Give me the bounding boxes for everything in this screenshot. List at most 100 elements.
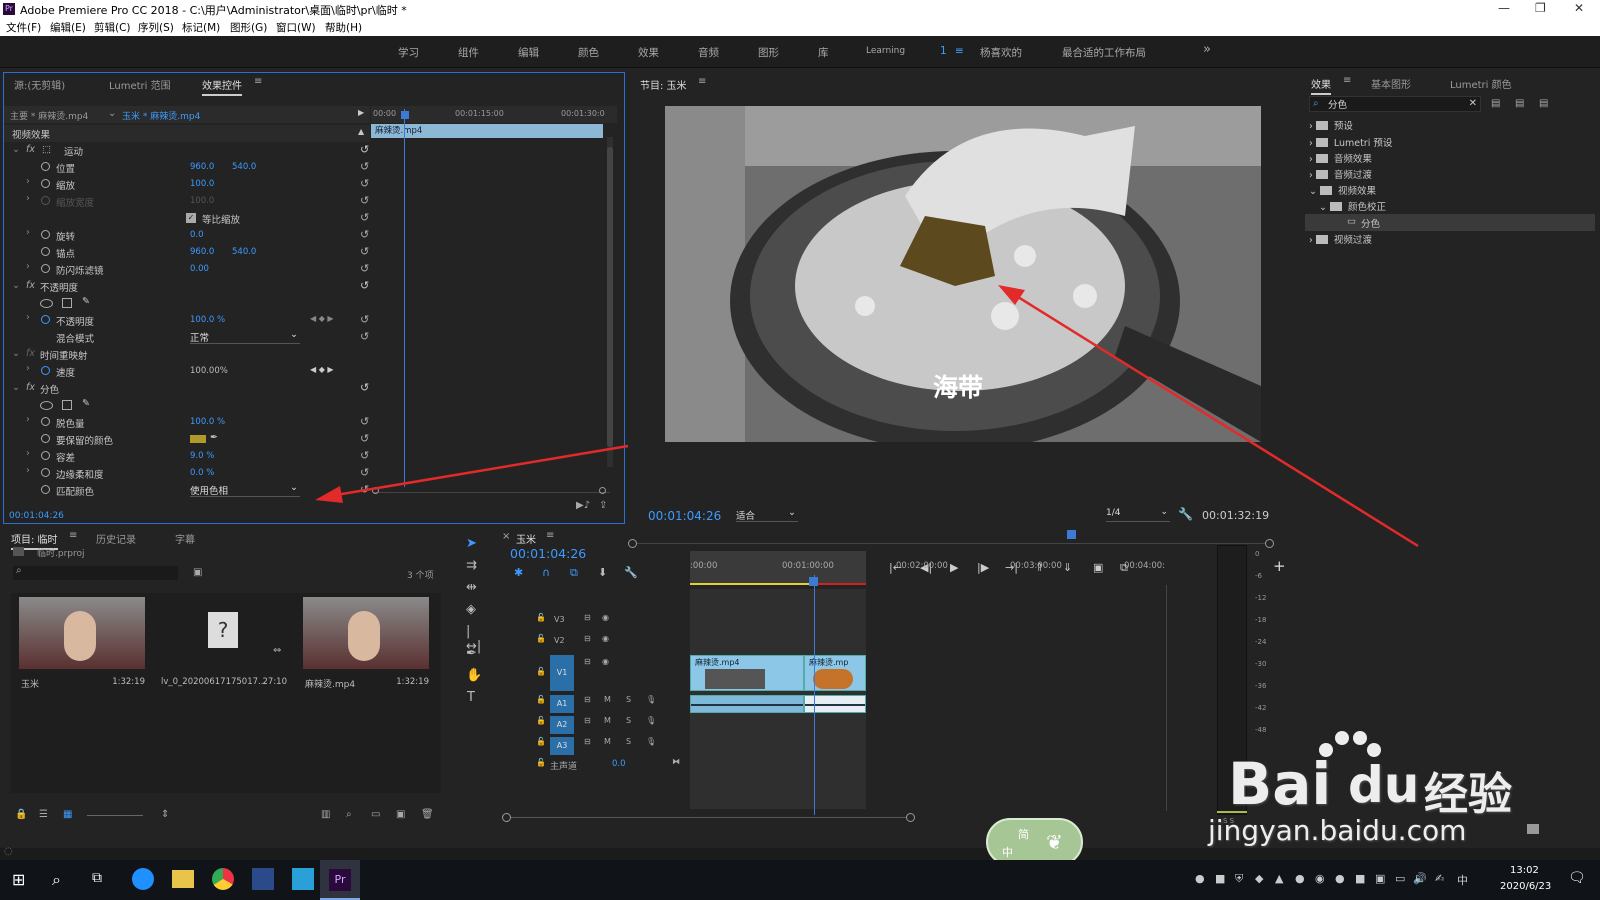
tab-effects[interactable]: 效果 bbox=[1311, 76, 1331, 95]
video-clip[interactable]: 麻辣烫.mp4 bbox=[690, 655, 804, 691]
tray-icon[interactable]: ▲ bbox=[1275, 872, 1283, 885]
collapse-icon[interactable]: ▲ bbox=[358, 127, 364, 136]
tray-icon[interactable]: ● bbox=[1295, 872, 1305, 885]
reset-icon[interactable]: ↺ bbox=[360, 245, 369, 258]
reset-icon[interactable]: ↺ bbox=[360, 432, 369, 445]
tree-item-presets[interactable]: › 预设 bbox=[1309, 118, 1353, 132]
workspace-tab[interactable]: 音频 bbox=[698, 45, 719, 60]
close-icon[interactable]: × bbox=[502, 531, 510, 542]
workspace-tab[interactable]: 组件 bbox=[458, 45, 479, 60]
master-volume-value[interactable]: 0.0 bbox=[612, 759, 626, 769]
keyframe-nav-icon[interactable]: ◀ ◆ ▶ bbox=[310, 314, 334, 323]
wrench-icon[interactable]: 🔧 bbox=[624, 566, 638, 579]
tray-time[interactable]: 13:02 bbox=[1510, 865, 1539, 876]
sort-icon[interactable]: ⇕ bbox=[161, 809, 169, 820]
lock-icon[interactable]: 🔓 bbox=[536, 613, 546, 622]
toggle-sync-icon[interactable]: ⊟ bbox=[584, 737, 591, 746]
network-icon[interactable]: ▭ bbox=[1395, 872, 1405, 885]
solo-button[interactable]: S bbox=[626, 737, 631, 746]
tray-date[interactable]: 2020/6/23 bbox=[1500, 881, 1551, 892]
tray-icon[interactable]: ▣ bbox=[1375, 872, 1385, 885]
toggle-sync-icon[interactable]: ⊟ bbox=[584, 657, 591, 666]
reset-icon[interactable]: ↺ bbox=[360, 466, 369, 479]
effects-search-box[interactable]: ⌕ ✕ bbox=[1309, 96, 1481, 112]
stopwatch-icon[interactable] bbox=[41, 485, 50, 494]
tray-icon[interactable]: ■ bbox=[1215, 872, 1225, 885]
stopwatch-icon[interactable] bbox=[41, 468, 50, 477]
tab-captions[interactable]: 字幕 bbox=[175, 531, 195, 546]
lock-icon[interactable]: 🔓 bbox=[536, 667, 546, 676]
workspace-tab[interactable]: 学习 bbox=[398, 45, 419, 60]
project-search-input[interactable]: ⌕ bbox=[13, 565, 178, 580]
tree-item-video-transitions[interactable]: › 视频过渡 bbox=[1309, 232, 1372, 246]
chevron-down-icon[interactable]: ⌄ bbox=[108, 108, 116, 119]
sequence-clip-label[interactable]: 玉米 * 麻辣烫.mp4 bbox=[122, 109, 200, 122]
menu-sequence[interactable]: 序列(S) bbox=[138, 20, 174, 35]
opacity-value[interactable]: 100.0 % bbox=[190, 315, 225, 325]
stopwatch-icon[interactable] bbox=[41, 366, 50, 375]
tab-lumetri-scopes[interactable]: Lumetri 范围 bbox=[109, 77, 171, 92]
reset-icon[interactable]: ↺ bbox=[360, 194, 369, 207]
panel-menu-icon[interactable]: ≡ bbox=[69, 530, 77, 541]
tab-essential-graphics[interactable]: 基本图形 bbox=[1371, 76, 1411, 91]
source-patch-a1[interactable]: A1 bbox=[550, 695, 574, 713]
stopwatch-icon[interactable] bbox=[41, 162, 50, 171]
reset-icon[interactable]: ↺ bbox=[360, 483, 369, 496]
tree-item-audio-transitions[interactable]: › 音频过渡 bbox=[1309, 167, 1372, 181]
resolution-dropdown[interactable]: 1/4 ⌄ bbox=[1106, 507, 1170, 522]
match-colors-dropdown[interactable]: 使用色相 ⌄ bbox=[190, 482, 300, 497]
snap-icon[interactable]: ∩ bbox=[542, 566, 550, 579]
32bit-effects-icon[interactable]: ▤ bbox=[1515, 98, 1524, 109]
ellipse-mask-icon[interactable] bbox=[40, 401, 53, 410]
menu-clip[interactable]: 剪辑(C) bbox=[94, 20, 131, 35]
reset-icon[interactable]: ↺ bbox=[360, 228, 369, 241]
linked-selection-icon[interactable]: ⧉ bbox=[570, 566, 578, 580]
stopwatch-icon[interactable] bbox=[41, 315, 50, 324]
tray-icon[interactable]: ◆ bbox=[1255, 872, 1263, 885]
yuv-effects-icon[interactable]: ▤ bbox=[1539, 98, 1548, 109]
windows-start-icon[interactable]: ⊞ bbox=[12, 870, 25, 889]
notification-icon[interactable]: 🗨 bbox=[1568, 870, 1586, 886]
microphone-icon[interactable]: 🎙 bbox=[646, 716, 656, 725]
position-y-value[interactable]: 540.0 bbox=[232, 162, 256, 172]
fx-badge-icon[interactable]: fx bbox=[26, 144, 35, 155]
reset-icon[interactable]: ↺ bbox=[360, 415, 369, 428]
uniform-scale-checkbox[interactable]: ✓ bbox=[186, 213, 196, 223]
play-clip-icon[interactable]: ▶ bbox=[358, 108, 364, 117]
tab-history[interactable]: 历史记录 bbox=[96, 531, 136, 546]
color-swatch[interactable] bbox=[190, 435, 206, 443]
browser-icon[interactable] bbox=[132, 868, 154, 890]
type-tool-icon[interactable]: T bbox=[467, 690, 475, 705]
eyedropper-icon[interactable]: ✒ bbox=[210, 432, 218, 443]
lock-icon[interactable]: 🔓 bbox=[536, 758, 546, 767]
tray-icon[interactable]: ● bbox=[1335, 872, 1345, 885]
tree-item-leave-color[interactable]: ▭ 分色 bbox=[1305, 214, 1595, 231]
reset-icon[interactable]: ↺ bbox=[360, 381, 369, 394]
ime-chinese[interactable]: 中 bbox=[1002, 844, 1013, 860]
clear-search-icon[interactable]: ✕ bbox=[1469, 98, 1477, 109]
source-patch-v1[interactable]: V1 bbox=[550, 655, 574, 691]
lock-icon[interactable]: 🔓 bbox=[536, 695, 546, 704]
premiere-taskbar-button[interactable]: Pr bbox=[320, 860, 360, 900]
zoom-slider[interactable] bbox=[87, 815, 143, 816]
menu-edit[interactable]: 编辑(E) bbox=[50, 20, 86, 35]
reset-icon[interactable]: ↺ bbox=[360, 449, 369, 462]
panel-menu-icon[interactable]: ≡ bbox=[254, 76, 262, 87]
workspace-tab[interactable]: 最合适的工作布局 bbox=[1062, 45, 1146, 60]
stopwatch-icon[interactable] bbox=[41, 179, 50, 188]
playhead-handle[interactable] bbox=[401, 111, 409, 119]
tree-item-video-effects[interactable]: ⌄ 视频效果 bbox=[1309, 183, 1376, 197]
blend-mode-dropdown[interactable]: 正常 ⌄ bbox=[190, 329, 300, 344]
position-x-value[interactable]: 960.0 bbox=[190, 162, 214, 172]
menu-help[interactable]: 帮助(H) bbox=[325, 20, 362, 35]
workspace-tab[interactable]: 编辑 bbox=[518, 45, 539, 60]
pen-mask-icon[interactable]: ✎ bbox=[82, 296, 90, 307]
shield-icon[interactable]: ⛨ bbox=[1235, 872, 1243, 886]
fit-dropdown[interactable]: 适合 ⌄ bbox=[736, 507, 798, 522]
tree-item-color-correction[interactable]: ⌄ 颜色校正 bbox=[1319, 199, 1386, 213]
mini-ruler[interactable]: 00:00 00:01:15:00 00:01:30:0 bbox=[371, 106, 617, 123]
fx-badge-icon[interactable]: fx bbox=[26, 280, 35, 291]
menu-lines-icon[interactable]: ≡ bbox=[955, 45, 964, 57]
pen-mask-icon[interactable]: ✎ bbox=[82, 398, 90, 409]
workspace-tab[interactable]: Learning bbox=[866, 46, 905, 56]
